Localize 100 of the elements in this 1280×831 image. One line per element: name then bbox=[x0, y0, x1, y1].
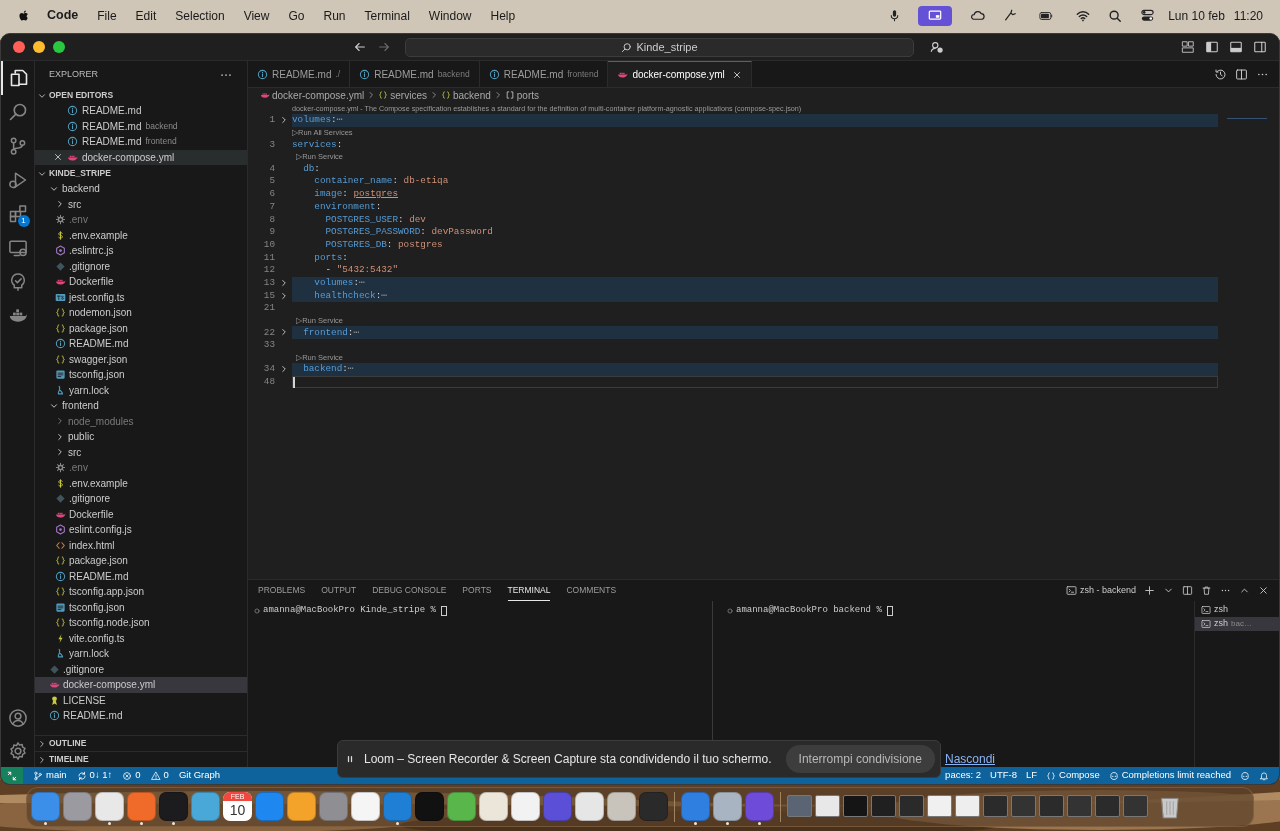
menu-item[interactable]: Terminal bbox=[364, 6, 410, 25]
window-thumbnail[interactable] bbox=[815, 794, 840, 817]
window-thumbnail[interactable] bbox=[1039, 794, 1064, 817]
close-icon[interactable] bbox=[731, 69, 742, 80]
tree-row[interactable]: LICENSE bbox=[35, 692, 247, 708]
folder-row[interactable]: node_modules bbox=[35, 413, 247, 429]
tree-row[interactable]: vite.config.ts bbox=[35, 630, 247, 646]
status-item[interactable]: 0↓ 1↑ bbox=[76, 768, 113, 783]
app-menu[interactable]: Code bbox=[47, 6, 79, 25]
app-icon[interactable] bbox=[95, 791, 124, 821]
status-item[interactable]: 0 bbox=[122, 768, 141, 783]
tree-row[interactable]: .gitignore bbox=[35, 491, 247, 507]
tree-row[interactable]: .env.example bbox=[35, 475, 247, 491]
stop-sharing-button[interactable]: Interrompi condivisione bbox=[785, 745, 935, 773]
panel-tab[interactable]: OUTPUT bbox=[321, 580, 357, 601]
chevron-right-icon[interactable] bbox=[37, 754, 47, 765]
section-header[interactable]: KINDE_STRIPE bbox=[35, 166, 247, 181]
tree-row[interactable]: jest.config.ts bbox=[35, 289, 247, 305]
breadcrumb-item[interactable]: ports bbox=[504, 87, 539, 103]
plus-icon[interactable] bbox=[1144, 585, 1155, 596]
layout-icon[interactable] bbox=[1181, 40, 1195, 54]
status-item[interactable] bbox=[1240, 770, 1250, 781]
app-icon[interactable] bbox=[511, 791, 540, 821]
panel-tab[interactable]: PROBLEMS bbox=[258, 580, 306, 601]
menu-bar-time[interactable]: 11:20 bbox=[1233, 6, 1263, 25]
menu-item[interactable]: File bbox=[97, 6, 117, 25]
open-editor-item[interactable]: README.md backend bbox=[35, 118, 247, 134]
tree-row[interactable]: swagger.json bbox=[35, 351, 247, 367]
tree-row[interactable]: tsconfig.node.json bbox=[35, 615, 247, 631]
close-icon[interactable] bbox=[53, 152, 63, 163]
trash-icon[interactable] bbox=[1201, 585, 1212, 596]
status-item[interactable]: UTF-8 bbox=[990, 768, 1017, 783]
settings-icon[interactable] bbox=[7, 740, 28, 761]
history-icon[interactable] bbox=[1214, 67, 1227, 81]
tree-row[interactable]: .eslintrc.js bbox=[35, 243, 247, 259]
tree-row[interactable]: docker-compose.yml bbox=[35, 677, 247, 693]
search-icon[interactable] bbox=[7, 102, 28, 122]
window-thumbnail[interactable] bbox=[871, 794, 896, 817]
search-icon[interactable] bbox=[1108, 8, 1123, 23]
tree-row[interactable]: yarn.lock bbox=[35, 382, 247, 398]
toggles-icon[interactable] bbox=[1139, 8, 1157, 23]
back-arrow-icon[interactable] bbox=[353, 40, 367, 54]
panel-tab[interactable]: DEBUG CONSOLE bbox=[372, 580, 447, 601]
tree-row[interactable]: index.html bbox=[35, 537, 247, 553]
app-icon[interactable] bbox=[479, 791, 508, 821]
close-button[interactable] bbox=[13, 41, 25, 53]
tree-row[interactable]: .env bbox=[35, 212, 247, 228]
terminal-list-item[interactable]: zsh bbox=[1195, 603, 1279, 617]
window-thumbnail[interactable] bbox=[1067, 794, 1092, 817]
status-item[interactable]: main bbox=[33, 768, 67, 783]
zoom-button[interactable] bbox=[53, 41, 65, 53]
window-thumbnail[interactable] bbox=[1011, 794, 1036, 817]
account-icon[interactable] bbox=[7, 707, 28, 728]
window-thumbnail[interactable] bbox=[1123, 794, 1148, 817]
editor-tab[interactable]: README.md backend bbox=[350, 61, 480, 87]
app-icon[interactable] bbox=[287, 791, 316, 821]
tree-row[interactable]: .env bbox=[35, 460, 247, 476]
app-icon[interactable] bbox=[447, 791, 476, 821]
folder-row[interactable]: src bbox=[35, 196, 247, 212]
files-icon[interactable] bbox=[8, 68, 29, 88]
hide-link[interactable]: Nascondi bbox=[944, 750, 995, 768]
open-editor-item[interactable]: docker-compose.yml bbox=[35, 149, 247, 165]
tree-row[interactable]: yarn.lock bbox=[35, 646, 247, 662]
menu-item[interactable]: Help bbox=[490, 6, 516, 25]
window-thumbnail[interactable] bbox=[843, 794, 868, 817]
tree-row[interactable]: eslint.config.js bbox=[35, 522, 247, 538]
minimize-button[interactable] bbox=[33, 41, 45, 53]
folder-row[interactable]: public bbox=[35, 429, 247, 445]
open-editor-item[interactable]: README.md frontend bbox=[35, 134, 247, 150]
tree-row[interactable]: README.md bbox=[35, 568, 247, 584]
breadcrumb-item[interactable]: services bbox=[378, 87, 427, 103]
folder-row[interactable]: backend bbox=[35, 181, 247, 197]
chevron-right-icon[interactable] bbox=[37, 738, 47, 749]
chevron-right-icon[interactable] bbox=[55, 447, 65, 458]
app-icon[interactable] bbox=[575, 791, 604, 821]
window-thumbnail[interactable] bbox=[955, 794, 980, 817]
section-header[interactable]: OUTLINE bbox=[35, 735, 247, 751]
tree-row[interactable]: README.md bbox=[35, 336, 247, 352]
forward-arrow-icon[interactable] bbox=[377, 40, 391, 54]
chevron-right-icon[interactable] bbox=[55, 431, 65, 442]
layout-icon[interactable] bbox=[1253, 40, 1267, 54]
close-icon[interactable] bbox=[1258, 585, 1269, 596]
menu-item[interactable]: View bbox=[243, 6, 270, 25]
window-thumbnail[interactable] bbox=[1095, 794, 1120, 817]
app-icon[interactable] bbox=[713, 791, 742, 821]
split-editor-icon[interactable] bbox=[1235, 67, 1248, 81]
window-thumbnail[interactable] bbox=[899, 794, 924, 817]
status-item[interactable]: Git Graph bbox=[178, 768, 221, 783]
terminal-title[interactable]: zsh - backend bbox=[1065, 583, 1136, 598]
search-field[interactable]: Kinde_stripe bbox=[405, 37, 914, 57]
pause-icon[interactable] bbox=[346, 753, 354, 765]
status-item[interactable] bbox=[1259, 770, 1269, 781]
play-bug-icon[interactable] bbox=[7, 170, 28, 190]
menu-item[interactable]: Run bbox=[323, 6, 346, 25]
window-thumbnail[interactable] bbox=[983, 794, 1008, 817]
app-icon[interactable] bbox=[351, 791, 380, 821]
window-thumbnail[interactable] bbox=[927, 794, 952, 817]
tree-row[interactable]: Dockerfile bbox=[35, 274, 247, 290]
menu-item[interactable]: Edit bbox=[135, 6, 157, 25]
menu-item[interactable]: Window bbox=[428, 6, 472, 25]
